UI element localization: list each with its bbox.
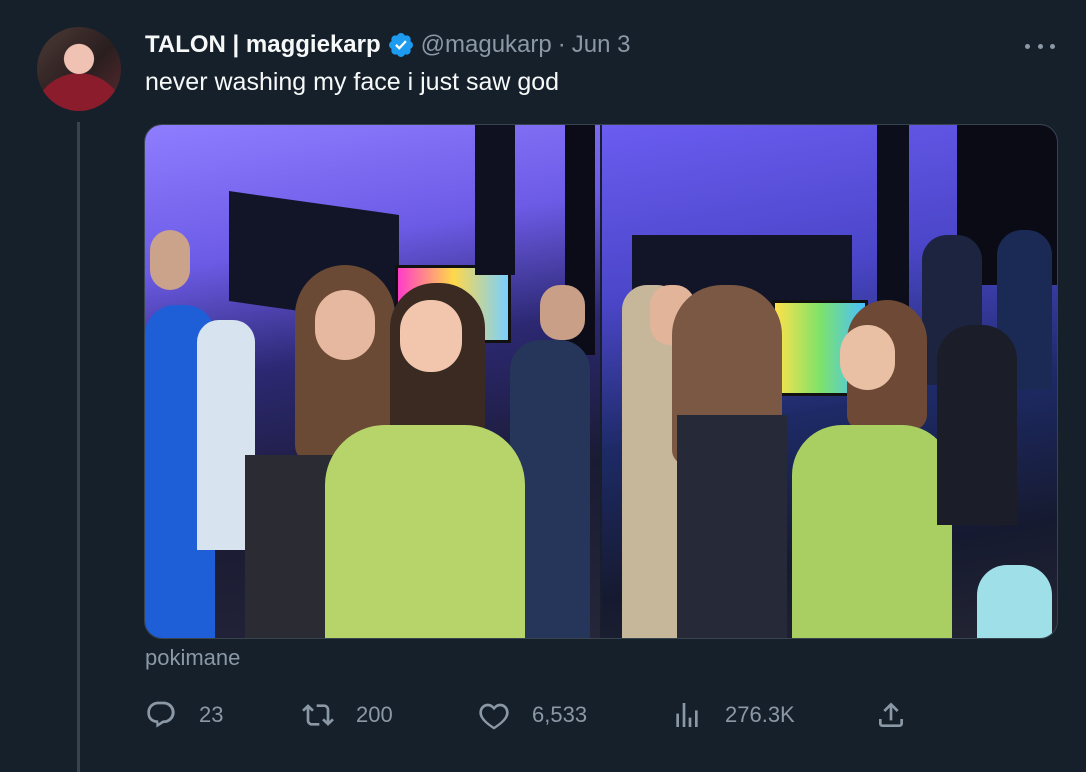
author-display-name[interactable]: TALON | maggiekarp <box>145 31 381 59</box>
reply-count: 23 <box>199 702 224 727</box>
verified-badge-icon <box>387 31 415 59</box>
author-avatar[interactable] <box>37 27 121 111</box>
like-count: 6,533 <box>532 702 588 727</box>
media-grid <box>144 124 1058 639</box>
views-count: 276.3K <box>725 702 795 727</box>
tweet-text: never washing my face i just saw god <box>145 68 560 96</box>
tweet-header: TALON | maggiekarp @magukarp · Jun 3 <box>145 29 630 61</box>
tweet-photo-1[interactable] <box>145 125 600 638</box>
retweet-icon <box>302 704 334 726</box>
share-icon <box>879 702 903 727</box>
reply-icon <box>147 701 175 728</box>
tweet-date[interactable]: Jun 3 <box>572 31 631 59</box>
more-options-icon[interactable] <box>1025 34 1055 58</box>
views-button[interactable]: 276.3K <box>671 697 795 733</box>
tweet-photo-2[interactable] <box>602 125 1057 638</box>
like-button[interactable]: 6,533 <box>478 697 587 733</box>
retweet-button[interactable]: 200 <box>302 697 393 733</box>
media-caption[interactable]: pokimane <box>145 645 240 671</box>
share-button[interactable] <box>875 697 907 733</box>
reply-button[interactable]: 23 <box>145 697 223 733</box>
heart-icon <box>479 703 509 730</box>
header-separator: · <box>557 31 566 58</box>
views-chart-icon <box>676 703 698 727</box>
tweet-actions-bar: 23 200 6,533 276.3K <box>145 697 1065 733</box>
author-handle[interactable]: @magukarp <box>421 31 552 59</box>
retweet-count: 200 <box>356 702 393 727</box>
thread-line <box>77 122 80 772</box>
